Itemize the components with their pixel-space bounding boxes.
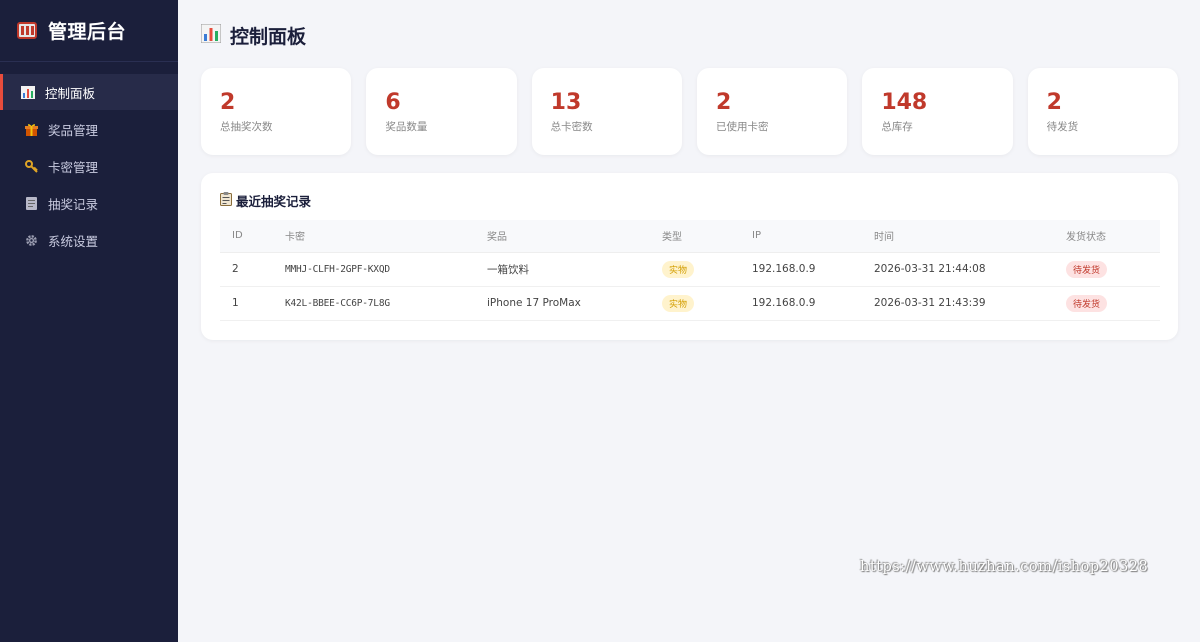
cell-time: 2026-03-31 21:44:08: [874, 252, 1066, 287]
stat-label: 奖品数量: [385, 121, 428, 133]
stat-value: 13: [550, 90, 582, 115]
status-badge: 待发货: [1066, 260, 1108, 278]
stat-card: 6 奖品数量: [366, 68, 517, 155]
document-icon: [24, 196, 38, 210]
key-icon: [24, 159, 38, 173]
stat-value: 148: [881, 90, 928, 115]
column-header: ID: [220, 220, 285, 253]
stat-value: 2: [1046, 90, 1062, 115]
main-content: 控制面板 2 总抽奖次数 6 奖品数量 13 总卡密数 2 已使用卡密 148 …: [200, 0, 1178, 340]
recent-records-panel: 最近抽奖记录 ID 卡密 奖品 类型 IP 时间 发货状态 2 MMHJ-CLF…: [201, 173, 1178, 340]
table-header-row: ID 卡密 奖品 类型 IP 时间 发货状态: [220, 220, 1160, 253]
stat-card: 2 待发货: [1027, 68, 1178, 155]
sidebar-item-label: 奖品管理: [48, 122, 99, 138]
cell-prize: iPhone 17 ProMax: [487, 286, 662, 321]
cell-id: 2: [220, 252, 285, 287]
page-title: 控制面板: [230, 25, 307, 48]
bar-chart-icon: [200, 23, 222, 47]
type-badge: 实物: [662, 294, 695, 312]
stat-card: 148 总库存: [862, 68, 1013, 155]
stat-value: 6: [385, 90, 401, 115]
table-row: 1 K42L-BBEE-CC6P-7L8G iPhone 17 ProMax 实…: [220, 286, 1160, 321]
watermark-text: https://www.huzhan.com/ishop20328: [860, 559, 1149, 575]
cell-id: 1: [220, 286, 285, 321]
cell-card: MMHJ-CLFH-2GPF-KXQD: [285, 252, 487, 287]
sidebar-item-records[interactable]: 抽奖记录: [0, 185, 178, 221]
column-header: IP: [752, 220, 874, 253]
cell-time: 2026-03-31 21:43:39: [874, 286, 1066, 321]
bar-chart-icon: [21, 85, 35, 99]
sidebar-item-cards[interactable]: 卡密管理: [0, 148, 178, 184]
cell-prize: 一箱饮料: [487, 252, 662, 287]
stat-label: 总库存: [881, 121, 913, 133]
stat-card: 2 总抽奖次数: [201, 68, 352, 155]
cell-ip: 192.168.0.9: [752, 252, 874, 287]
table-row: 2 MMHJ-CLFH-2GPF-KXQD 一箱饮料 实物 192.168.0.…: [220, 252, 1160, 287]
cell-type: 实物: [662, 286, 752, 321]
stat-label: 待发货: [1046, 121, 1079, 133]
gift-icon: [24, 122, 38, 136]
column-header: 卡密: [285, 220, 487, 253]
column-header: 发货状态: [1066, 220, 1160, 253]
clipboard-icon: [220, 191, 232, 210]
stat-label: 总抽奖次数: [220, 121, 273, 133]
sidebar: 管理后台 控制面板 奖品管理 卡密管理 抽奖记录 系统设置: [0, 0, 178, 642]
records-table: ID 卡密 奖品 类型 IP 时间 发货状态 2 MMHJ-CLFH-2GPF-…: [220, 220, 1160, 321]
stat-label: 总卡密数: [550, 121, 593, 133]
brand-title: 管理后台: [48, 21, 127, 43]
sidebar-item-label: 抽奖记录: [48, 196, 99, 212]
cell-type: 实物: [662, 252, 752, 287]
sidebar-nav: 控制面板 奖品管理 卡密管理 抽奖记录 系统设置: [0, 62, 178, 258]
brand: 管理后台: [0, 0, 178, 62]
cell-status: 待发货: [1066, 286, 1160, 321]
gear-icon: [24, 233, 38, 247]
panel-header: 最近抽奖记录: [220, 191, 1160, 210]
cell-card: K42L-BBEE-CC6P-7L8G: [285, 286, 487, 321]
page-header: 控制面板: [200, 0, 1178, 68]
stat-card: 13 总卡密数: [531, 68, 682, 155]
stats-row: 2 总抽奖次数 6 奖品数量 13 总卡密数 2 已使用卡密 148 总库存 2…: [201, 68, 1178, 155]
column-header: 奖品: [487, 220, 662, 253]
column-header: 时间: [874, 220, 1066, 253]
sidebar-item-dashboard[interactable]: 控制面板: [0, 74, 178, 110]
cell-status: 待发货: [1066, 252, 1160, 287]
stat-card: 2 已使用卡密: [696, 68, 848, 155]
sidebar-item-label: 控制面板: [45, 85, 96, 101]
slot-machine-icon: [17, 22, 37, 39]
panel-title: 最近抽奖记录: [236, 193, 312, 209]
column-header: 类型: [662, 220, 752, 253]
sidebar-item-prizes[interactable]: 奖品管理: [0, 111, 178, 147]
stat-label: 已使用卡密: [715, 121, 769, 133]
stat-value: 2: [220, 90, 236, 115]
cell-ip: 192.168.0.9: [752, 286, 874, 321]
type-badge: 实物: [662, 260, 695, 278]
status-badge: 待发货: [1066, 294, 1108, 312]
sidebar-item-label: 系统设置: [48, 233, 99, 249]
stat-value: 2: [715, 90, 732, 115]
sidebar-item-label: 卡密管理: [48, 159, 99, 175]
sidebar-item-settings[interactable]: 系统设置: [0, 222, 178, 258]
